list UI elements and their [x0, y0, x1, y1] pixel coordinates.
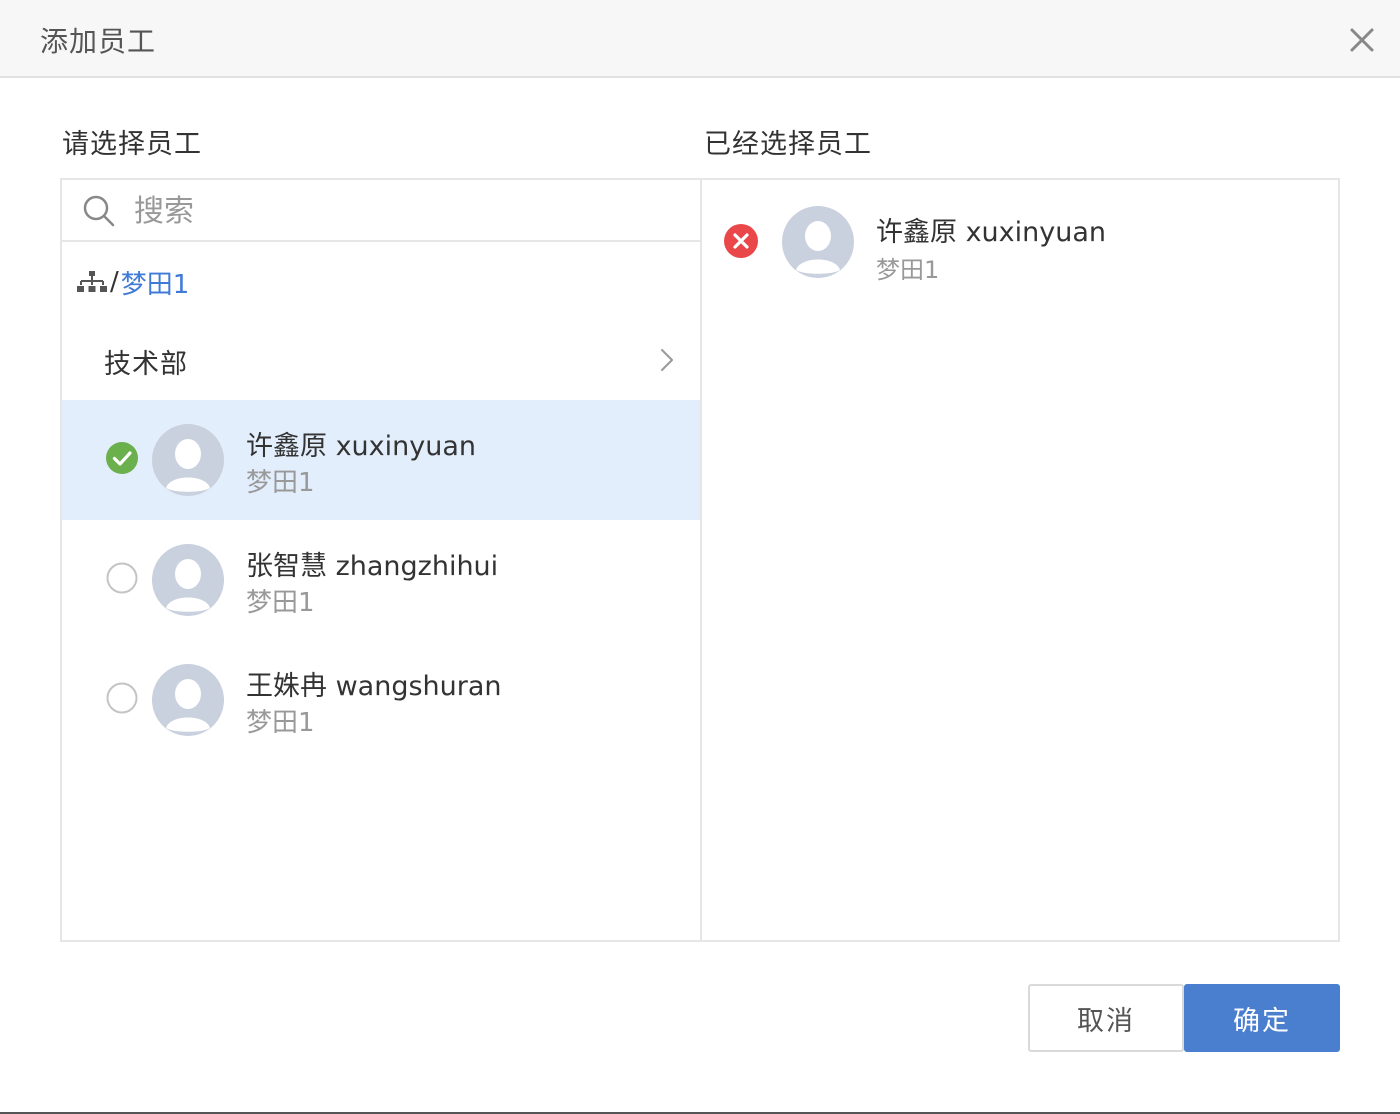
employee-row[interactable]: 许鑫原 xuxinyuan 梦田1: [62, 400, 700, 520]
employee-org: 梦田1: [246, 468, 315, 498]
cancel-button[interactable]: 取消: [1028, 984, 1184, 1052]
radio-empty-icon[interactable]: [106, 562, 138, 594]
employee-name: 王姝冉 wangshuran: [246, 671, 502, 702]
breadcrumb-separator: /: [110, 267, 119, 297]
employee-row[interactable]: 王姝冉 wangshuran 梦田1: [62, 640, 700, 760]
breadcrumb: / 梦田1: [76, 264, 189, 300]
selected-employee-item: 许鑫原 xuxinyuan 梦田1: [702, 180, 1338, 290]
chevron-right-icon: [661, 349, 673, 371]
org-tree-icon: [77, 271, 107, 292]
department-item[interactable]: 技术部: [62, 320, 700, 400]
breadcrumb-current[interactable]: 梦田1: [121, 264, 190, 301]
employee-picker-panel: / 梦田1 技术部 许鑫原 xuxinyuan 梦田1: [60, 178, 702, 942]
selected-employee-title: 已经选择员工: [704, 129, 872, 160]
employee-org: 梦田1: [246, 708, 315, 738]
radio-empty-icon[interactable]: [106, 682, 138, 714]
select-employee-title: 请选择员工: [62, 129, 202, 160]
avatar: [782, 206, 854, 278]
avatar: [152, 424, 224, 496]
search-input[interactable]: [132, 188, 676, 234]
employee-org: 梦田1: [246, 588, 315, 618]
avatar: [152, 544, 224, 616]
department-label: 技术部: [104, 349, 188, 380]
dialog-title: 添加员工: [40, 25, 157, 58]
check-circle-icon[interactable]: [106, 442, 138, 474]
employee-name: 许鑫原 xuxinyuan: [246, 431, 477, 462]
confirm-button[interactable]: 确定: [1184, 984, 1340, 1052]
employee-row[interactable]: 张智慧 zhangzhihui 梦田1: [62, 520, 700, 640]
selected-employees-panel: 许鑫原 xuxinyuan 梦田1: [700, 178, 1340, 942]
search-icon: [83, 195, 115, 227]
avatar: [152, 664, 224, 736]
close-icon[interactable]: [1346, 24, 1378, 56]
search-box: [62, 180, 700, 242]
selected-employee-org: 梦田1: [876, 256, 940, 284]
dialog-header: 添加员工: [0, 0, 1400, 78]
selected-employee-name: 许鑫原 xuxinyuan: [876, 217, 1107, 248]
add-employee-dialog: 添加员工 请选择员工 已经选择员工 / 梦田1 技: [0, 0, 1400, 1114]
remove-circle-icon[interactable]: [724, 224, 758, 258]
employee-name: 张智慧 zhangzhihui: [246, 551, 499, 582]
